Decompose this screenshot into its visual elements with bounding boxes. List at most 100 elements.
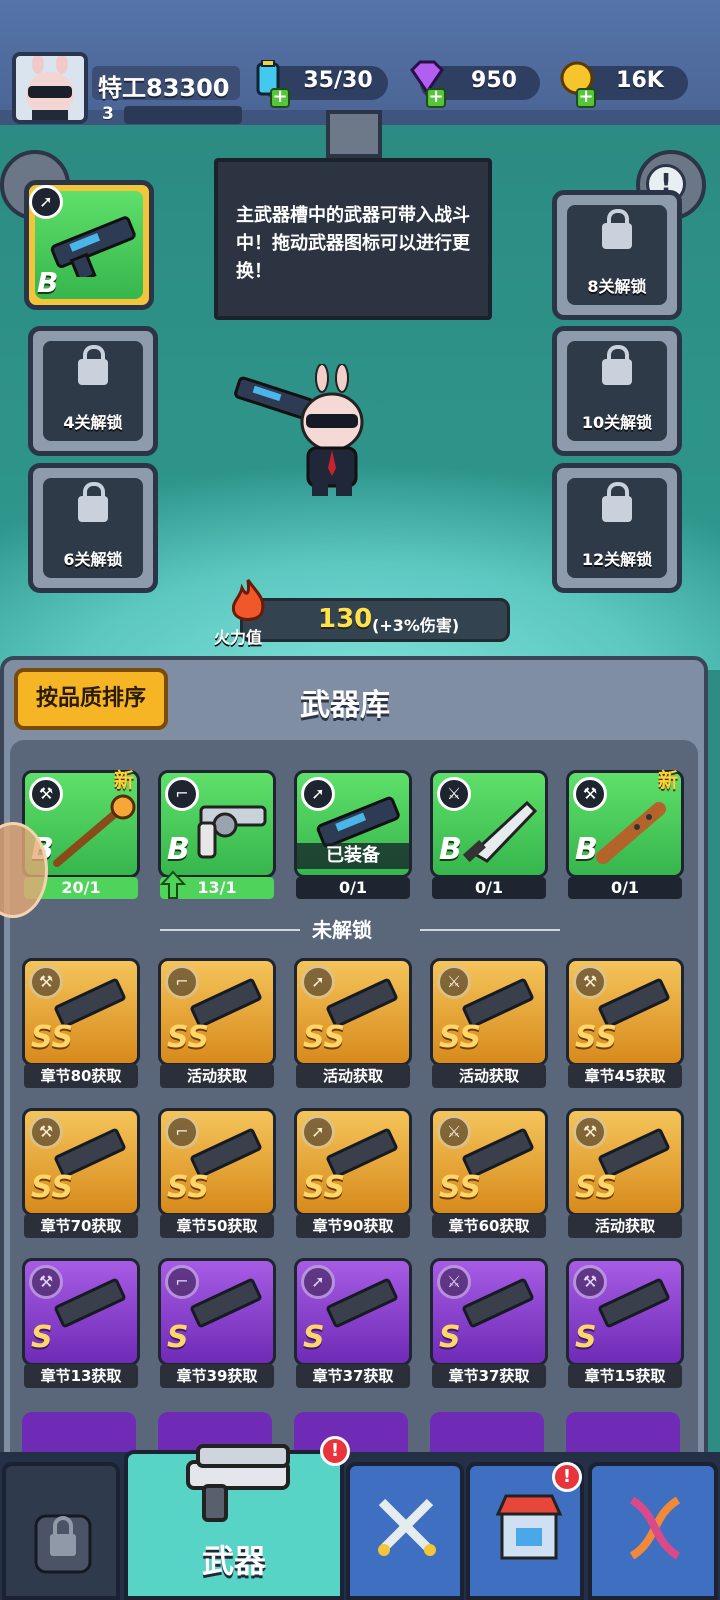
lock-icon bbox=[602, 209, 632, 249]
add-coins-button[interactable]: + bbox=[576, 88, 596, 108]
fire-icon bbox=[226, 578, 270, 630]
locked-weapon-card[interactable]: ⚒ S bbox=[22, 1258, 140, 1366]
grade-label: SS bbox=[31, 1170, 74, 1205]
weapon-type-icon: ⚒ bbox=[573, 1115, 607, 1149]
player-avatar[interactable] bbox=[12, 52, 88, 124]
weapon-type-icon: ⚔ bbox=[437, 965, 471, 999]
player-level: 3 bbox=[102, 104, 114, 124]
ceiling-mount bbox=[326, 110, 382, 158]
source-label: 章节60获取 bbox=[432, 1214, 546, 1238]
tab-weapons-label: 武器 bbox=[201, 1542, 266, 1580]
main-weapon-slot[interactable]: ➚ B bbox=[24, 180, 154, 310]
add-gems-button[interactable]: + bbox=[426, 88, 446, 108]
shop-badge: ! bbox=[552, 1462, 582, 1492]
revolver-icon bbox=[197, 805, 267, 859]
locked-weapon-card[interactable]: ⚒ SS bbox=[566, 958, 684, 1066]
sort-by-quality-button[interactable]: 按品质排序 bbox=[14, 668, 168, 730]
weapon-type-icon: ⚒ bbox=[29, 965, 63, 999]
source-label: 活动获取 bbox=[568, 1214, 682, 1238]
source-label: 章节15获取 bbox=[568, 1364, 682, 1388]
grade-label: SS bbox=[439, 1170, 482, 1205]
grade-label: SS bbox=[167, 1020, 210, 1055]
unlock-requirement: 12关解锁 bbox=[581, 550, 653, 569]
grade-label: S bbox=[575, 1320, 597, 1355]
weapon-card-revolver[interactable]: ⌐ B bbox=[158, 770, 276, 878]
weapon-type-icon: ➚ bbox=[301, 1265, 335, 1299]
locked-weapon-card[interactable]: ⚒ SS bbox=[566, 1108, 684, 1216]
count-text: 20/1 bbox=[61, 878, 101, 897]
weapon-type-icon: ⌐ bbox=[165, 965, 199, 999]
grade-label: SS bbox=[575, 1170, 618, 1205]
source-label: 章节45获取 bbox=[568, 1064, 682, 1088]
locked-weapon-card[interactable]: ➚ SS bbox=[294, 1108, 412, 1216]
energy-value: 35/30 bbox=[303, 68, 373, 93]
locked-weapon-card[interactable]: ➚ S bbox=[294, 1258, 412, 1366]
firepower-bonus: (+3%伤害) bbox=[372, 616, 460, 635]
source-label: 章节50获取 bbox=[160, 1214, 274, 1238]
tab-genes[interactable] bbox=[588, 1462, 718, 1600]
weapons-badge: ! bbox=[320, 1436, 350, 1466]
tab-battle[interactable] bbox=[346, 1462, 464, 1600]
new-tag: 新 bbox=[114, 768, 134, 792]
grade-label: SS bbox=[575, 1020, 618, 1055]
locked-section-label: 未解锁 bbox=[312, 918, 372, 942]
grade-label: S bbox=[303, 1320, 325, 1355]
source-label: 章节37获取 bbox=[296, 1364, 410, 1388]
grade-label: SS bbox=[303, 1020, 346, 1055]
tab-weapons[interactable]: 武器 bbox=[124, 1444, 344, 1600]
weapon-slot-locked[interactable]: 12关解锁 bbox=[552, 463, 682, 593]
grade-label: B bbox=[37, 266, 59, 299]
armory-title: 武器库 bbox=[300, 688, 390, 723]
weapon-type-icon: ⚔ bbox=[437, 1115, 471, 1149]
weapon-art-icon bbox=[461, 1277, 535, 1329]
locked-weapon-card[interactable]: ⚔ SS bbox=[430, 1108, 548, 1216]
weapon-slot-locked[interactable]: 4关解锁 bbox=[28, 326, 158, 456]
bunny-agent-character bbox=[234, 364, 364, 496]
count-text: 0/1 bbox=[474, 878, 504, 897]
locked-weapon-card[interactable]: ⌐ SS bbox=[158, 1108, 276, 1216]
source-label: 活动获取 bbox=[432, 1064, 546, 1088]
player-name: 特工83300 bbox=[98, 74, 230, 102]
lock-icon bbox=[602, 345, 632, 385]
tip-text: 主武器槽中的武器可带入战斗中！拖动武器图标可以进行更换！ bbox=[236, 205, 470, 282]
locked-weapon-card[interactable]: ⚒ SS bbox=[22, 1108, 140, 1216]
grade-label: SS bbox=[303, 1170, 346, 1205]
weapon-card-energy-pistol[interactable]: ➚ 已装备 bbox=[294, 770, 412, 878]
weapon-count: 0/1 bbox=[432, 877, 546, 899]
firepower-label: 火力值 bbox=[214, 628, 263, 647]
weapon-slot-locked[interactable]: 6关解锁 bbox=[28, 463, 158, 593]
weapon-card-knife[interactable]: ⚔ B bbox=[430, 770, 548, 878]
grade-label: SS bbox=[167, 1170, 210, 1205]
lock-icon bbox=[78, 482, 108, 522]
weapon-type-icon: ➚ bbox=[301, 965, 335, 999]
add-energy-button[interactable]: + bbox=[270, 88, 290, 108]
locked-weapon-card[interactable]: ➚ SS bbox=[294, 958, 412, 1066]
count-text: 0/1 bbox=[338, 878, 368, 897]
source-label: 活动获取 bbox=[296, 1064, 410, 1088]
grade-label: S bbox=[167, 1320, 189, 1355]
level-progress-bar bbox=[124, 106, 242, 124]
source-label: 章节70获取 bbox=[24, 1214, 138, 1238]
count-text: 13/1 bbox=[197, 878, 237, 897]
energy-pistol-icon bbox=[50, 216, 136, 277]
locked-weapon-card[interactable]: ⚔ S bbox=[430, 1258, 548, 1366]
locked-weapon-card[interactable]: ⚒ SS bbox=[22, 958, 140, 1066]
source-label: 章节80获取 bbox=[24, 1064, 138, 1088]
weapon-type-icon: ⚒ bbox=[29, 1265, 63, 1299]
serrated-knife-icon bbox=[462, 800, 538, 863]
weapon-type-icon: ⚒ bbox=[573, 965, 607, 999]
source-label: 章节39获取 bbox=[160, 1364, 274, 1388]
locked-weapon-card[interactable]: ⚒ S bbox=[566, 1258, 684, 1366]
tab-locked[interactable] bbox=[2, 1462, 120, 1600]
weapon-slot-locked[interactable]: 8关解锁 bbox=[552, 190, 682, 320]
locked-weapon-card[interactable]: ⌐ S bbox=[158, 1258, 276, 1366]
grade-label: B bbox=[575, 832, 598, 867]
locked-weapon-card[interactable]: ⌐ SS bbox=[158, 958, 276, 1066]
equipped-label: 已装备 bbox=[297, 843, 409, 869]
grade-label: B bbox=[439, 832, 462, 867]
lock-icon bbox=[78, 345, 108, 385]
upgrade-arrow-icon bbox=[159, 870, 187, 904]
grade-label: B bbox=[167, 832, 190, 867]
weapon-slot-locked[interactable]: 10关解锁 bbox=[552, 326, 682, 456]
locked-weapon-card[interactable]: ⚔ SS bbox=[430, 958, 548, 1066]
